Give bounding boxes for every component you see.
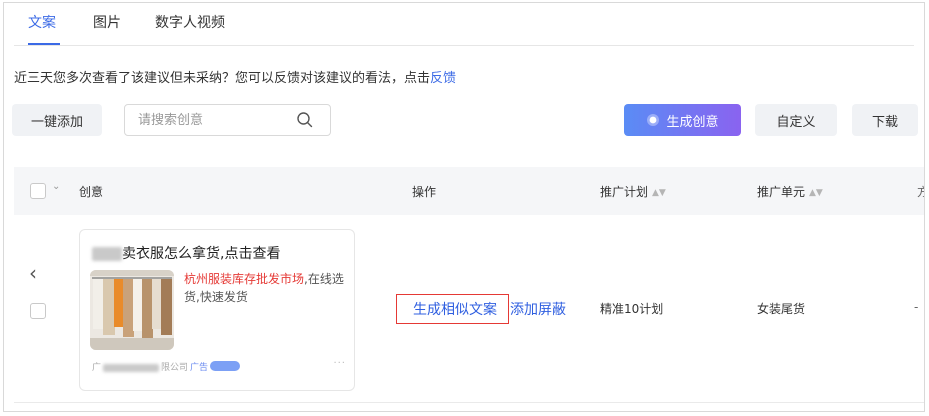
plan-header-label: 推广计划	[600, 185, 649, 199]
tab-images[interactable]: 图片	[93, 12, 121, 32]
bulk-add-button[interactable]: 一键添加	[12, 104, 102, 136]
redacted-text	[92, 247, 122, 261]
sparkle-icon	[646, 113, 660, 127]
advertiser-name-prefix: 广	[92, 363, 102, 373]
advertiser-name-suffix: 限公司	[161, 363, 189, 373]
generate-creative-label: 生成创意	[666, 114, 719, 130]
download-button[interactable]: 下载	[852, 104, 918, 136]
creative-description: 杭州服装库存批发市场,在线选货,快速发货	[184, 270, 350, 306]
column-header-creative: 创意	[79, 185, 104, 199]
search-box	[124, 104, 331, 136]
sort-icon[interactable]: ▲▼	[652, 188, 666, 198]
generate-similar-copy-link[interactable]: 生成相似文案	[413, 299, 497, 319]
highlighted-keyword: 杭州服装库存批发市场	[184, 272, 305, 286]
column-header-overflow: 方	[917, 183, 924, 200]
table-header: ⌄ 创意 操作 推广计划▲▼ 推广单元▲▼ 方	[14, 167, 924, 215]
advertiser-info: 广 限公司 广告	[92, 360, 241, 373]
search-input[interactable]	[125, 105, 295, 135]
ad-label: 广告	[190, 363, 209, 373]
clothing-rack-image	[90, 270, 174, 350]
active-tab-indicator	[28, 43, 60, 45]
chevron-down-icon[interactable]: ⌄	[52, 181, 60, 192]
column-header-unit[interactable]: 推广单元 ▲▼	[757, 183, 823, 200]
feedback-link[interactable]: 反馈	[430, 71, 456, 86]
more-icon[interactable]: ···	[333, 358, 346, 369]
tab-copywriting[interactable]: 文案	[28, 12, 56, 32]
row-checkbox[interactable]	[30, 303, 46, 319]
plan-cell: 精准10计划	[600, 302, 664, 316]
search-icon[interactable]	[296, 111, 314, 133]
creative-suggestion-panel: 文案 图片 数字人视频 近三天您多次查看了该建议但未采纳？您可以反馈对该建议的看…	[3, 2, 925, 412]
overflow-cell: -	[914, 300, 919, 314]
unit-cell: 女装尾货	[757, 302, 806, 316]
generate-creative-button[interactable]: 生成创意	[624, 104, 741, 136]
add-block-link[interactable]: 添加屏蔽	[510, 299, 566, 319]
unit-header-label: 推广单元	[757, 185, 806, 199]
tab-digital-human-video[interactable]: 数字人视频	[155, 12, 225, 32]
creative-title: 卖衣服怎么拿货,点击查看	[92, 243, 280, 263]
customize-button[interactable]: 自定义	[755, 104, 837, 136]
verified-badge	[210, 361, 241, 371]
column-header-plan[interactable]: 推广计划 ▲▼	[600, 183, 666, 200]
sort-icon[interactable]: ▲▼	[809, 188, 823, 198]
chevron-left-icon[interactable]: ‹	[29, 263, 37, 283]
column-header-operation: 操作	[412, 185, 437, 199]
redacted-text	[103, 363, 160, 372]
tab-bar: 文案 图片 数字人视频	[14, 3, 914, 46]
select-all-checkbox[interactable]	[30, 183, 46, 199]
creative-title-text: 卖衣服怎么拿货,点击查看	[122, 246, 281, 262]
feedback-notice: 近三天您多次查看了该建议但未采纳？您可以反馈对该建议的看法，点击反馈	[14, 67, 456, 86]
creative-preview-card: 卖衣服怎么拿货,点击查看 杭州服装库存批发市场,在线选货,快速发货 广限公司 广…	[79, 229, 355, 391]
row-divider	[14, 402, 924, 403]
notice-text: 近三天您多次查看了该建议但未采纳？您可以反馈对该建议的看法，点击	[14, 71, 431, 86]
